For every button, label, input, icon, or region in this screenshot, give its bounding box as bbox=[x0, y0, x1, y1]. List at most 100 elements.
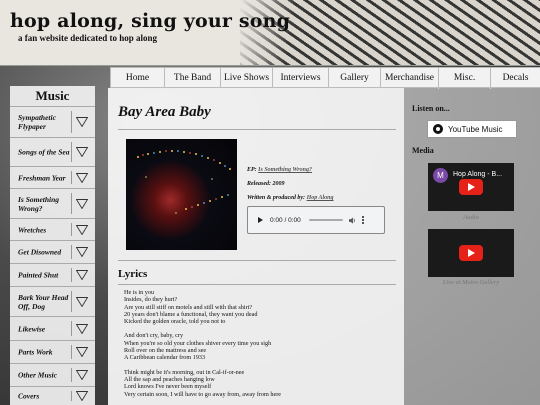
chevron-down-icon[interactable] bbox=[76, 198, 88, 209]
chevron-down-icon[interactable] bbox=[76, 117, 88, 127]
nav-item-decals[interactable]: Decals bbox=[490, 68, 540, 89]
chevron-down-icon[interactable] bbox=[76, 347, 88, 357]
ep-info: EP: Is Something Wrong? bbox=[247, 167, 312, 173]
sidebar-divider bbox=[71, 193, 72, 214]
sidebar-item-other-music[interactable]: Other Music bbox=[10, 363, 95, 386]
video-embed-live[interactable] bbox=[428, 229, 514, 277]
video-title: Hop Along - B... bbox=[453, 171, 503, 178]
channel-avatar: M bbox=[433, 168, 448, 183]
play-icon[interactable] bbox=[258, 217, 263, 223]
sidebar-item-get-disowned[interactable]: Get Disowned bbox=[10, 240, 95, 263]
divider bbox=[118, 260, 396, 261]
chevron-down-icon[interactable] bbox=[76, 370, 88, 380]
site-subtitle: a fan website dedicated to hop along bbox=[18, 33, 158, 43]
ep-link[interactable]: Is Something Wrong? bbox=[258, 167, 312, 173]
volume-icon[interactable] bbox=[348, 216, 356, 224]
more-options-icon[interactable] bbox=[361, 216, 364, 224]
chevron-down-icon[interactable] bbox=[76, 270, 88, 280]
sidebar-item-songs-of-the-sea[interactable]: Songs of the Sea bbox=[10, 137, 95, 166]
sidebar-item-label: Get Disowned bbox=[18, 247, 62, 257]
video-caption: Audio bbox=[463, 214, 479, 221]
sidebar-divider bbox=[71, 171, 72, 184]
release-info: Released: 2009 bbox=[247, 181, 285, 187]
sidebar-item-label: Bark Your Head Off, Dog bbox=[18, 292, 69, 311]
media-heading: Media bbox=[412, 146, 434, 155]
right-panel: Listen on... YouTube Music Media M Hop A… bbox=[404, 88, 540, 405]
nav-item-home[interactable]: Home bbox=[110, 68, 164, 89]
lyrics-heading: Lyrics bbox=[118, 268, 148, 280]
chevron-down-icon[interactable] bbox=[76, 323, 88, 334]
sidebar-divider bbox=[71, 391, 72, 401]
site-title[interactable]: hop along, sing your song bbox=[10, 10, 290, 32]
album-cover-image bbox=[126, 139, 237, 250]
nav-item-gallery[interactable]: Gallery bbox=[328, 68, 380, 89]
sidebar-item-label: Wretches bbox=[18, 225, 47, 234]
sidebar-item-likewise[interactable]: Likewise bbox=[10, 316, 95, 340]
sidebar-divider bbox=[71, 368, 72, 382]
nav-item-live-shows[interactable]: Live Shows bbox=[220, 68, 272, 89]
audio-progress-bar[interactable] bbox=[308, 219, 343, 221]
youtube-play-icon[interactable] bbox=[459, 245, 483, 261]
lyric-line: Very certain soon, I will have to go awa… bbox=[124, 390, 282, 398]
released-label: Released: bbox=[247, 181, 271, 187]
credits-info: Written & produced by: Hop Along bbox=[247, 195, 334, 201]
lyrics-stanza: And don't cry, baby, cry When you're so … bbox=[124, 332, 394, 361]
chevron-down-icon[interactable] bbox=[76, 172, 88, 183]
sidebar-item-covers[interactable]: Covers bbox=[10, 386, 95, 405]
sidebar-item-painted-shut[interactable]: Painted Shut bbox=[10, 263, 95, 286]
sidebar-item-sympathetic-flypaper[interactable]: Sympathetic Flypaper bbox=[10, 106, 95, 137]
lyric-line: And don't cry, baby, cry bbox=[124, 332, 184, 340]
ep-label: EP: bbox=[247, 167, 257, 173]
sidebar-item-wretches[interactable]: Wretches bbox=[10, 218, 95, 240]
page-title: Bay Area Baby bbox=[118, 104, 211, 120]
string-lights-decoration bbox=[137, 150, 231, 214]
lyric-line: Are you still stiff on motels and still … bbox=[124, 303, 253, 311]
nav-item-interviews[interactable]: Interviews bbox=[272, 68, 328, 89]
sidebar-item-label: Is Something Wrong? bbox=[18, 194, 60, 213]
band-link[interactable]: Hop Along bbox=[307, 195, 334, 201]
sidebar-item-bark-your-head-off-dog[interactable]: Bark Your Head Off, Dog bbox=[10, 286, 95, 316]
nav-item-merchandise[interactable]: Merchandise bbox=[380, 68, 438, 89]
sidebar-item-label: Parts Work bbox=[18, 347, 53, 357]
sidebar-item-parts-work[interactable]: Parts Work bbox=[10, 340, 95, 363]
lyric-line: Roll over on the mattress and see bbox=[124, 347, 207, 355]
music-sidebar: Music Sympathetic Flypaper Songs of the … bbox=[10, 86, 95, 405]
sidebar-item-label: Freshman Year bbox=[18, 173, 66, 182]
song-content: Bay Area Baby EP: Is Something Wrong? Re… bbox=[108, 88, 404, 405]
sidebar-item-label: Sympathetic Flypaper bbox=[18, 113, 56, 131]
lyric-line: 20 years don't blame a functional, they … bbox=[124, 310, 258, 318]
lyric-line: All the sap and peaches hanging low bbox=[124, 375, 215, 383]
video-embed-audio[interactable]: M Hop Along - B... bbox=[428, 163, 514, 211]
lyrics-stanza: He is in you Insides, do they hurt? Are … bbox=[124, 289, 394, 325]
youtube-play-icon[interactable] bbox=[459, 179, 483, 195]
lyrics-text: He is in you Insides, do they hurt? Are … bbox=[124, 289, 394, 405]
lyrics-stanza: Think might be it's morning, out in Cal-… bbox=[124, 369, 394, 398]
lyric-line: A Caribbean calendar from 1933 bbox=[124, 354, 206, 362]
chevron-down-icon[interactable] bbox=[76, 391, 88, 401]
listen-heading: Listen on... bbox=[412, 104, 450, 113]
chevron-down-icon[interactable] bbox=[76, 247, 88, 257]
released-value: 2009 bbox=[272, 181, 285, 187]
sidebar-divider bbox=[71, 268, 72, 282]
chevron-down-icon[interactable] bbox=[76, 147, 88, 157]
youtube-music-icon bbox=[433, 124, 443, 134]
youtube-music-button[interactable]: YouTube Music bbox=[427, 120, 517, 138]
chevron-down-icon[interactable] bbox=[76, 296, 88, 307]
sidebar-item-label: Other Music bbox=[18, 370, 57, 380]
sidebar-divider bbox=[71, 111, 72, 133]
lyric-line: Insides, do they hurt? bbox=[124, 296, 178, 304]
youtube-music-label: YouTube Music bbox=[448, 124, 503, 134]
sidebar-item-label: Painted Shut bbox=[18, 270, 59, 280]
sidebar-item-label: Songs of the Sea bbox=[18, 147, 70, 157]
nav-item-the-band[interactable]: The Band bbox=[164, 68, 220, 89]
audio-time: 0:00 / 0:00 bbox=[270, 216, 301, 224]
sidebar-item-freshman-year[interactable]: Freshman Year bbox=[10, 166, 95, 188]
site-header: hop along, sing your song a fan website … bbox=[0, 0, 540, 66]
sidebar-item-is-something-wrong[interactable]: Is Something Wrong? bbox=[10, 188, 95, 218]
sidebar-divider bbox=[71, 291, 72, 312]
video-caption: Live at Metro Gallery bbox=[442, 279, 500, 286]
nav-item-misc[interactable]: Misc. bbox=[438, 68, 490, 89]
credits-label: Written & produced by: bbox=[247, 195, 306, 201]
sidebar-divider bbox=[71, 223, 72, 236]
chevron-down-icon[interactable] bbox=[76, 224, 88, 235]
